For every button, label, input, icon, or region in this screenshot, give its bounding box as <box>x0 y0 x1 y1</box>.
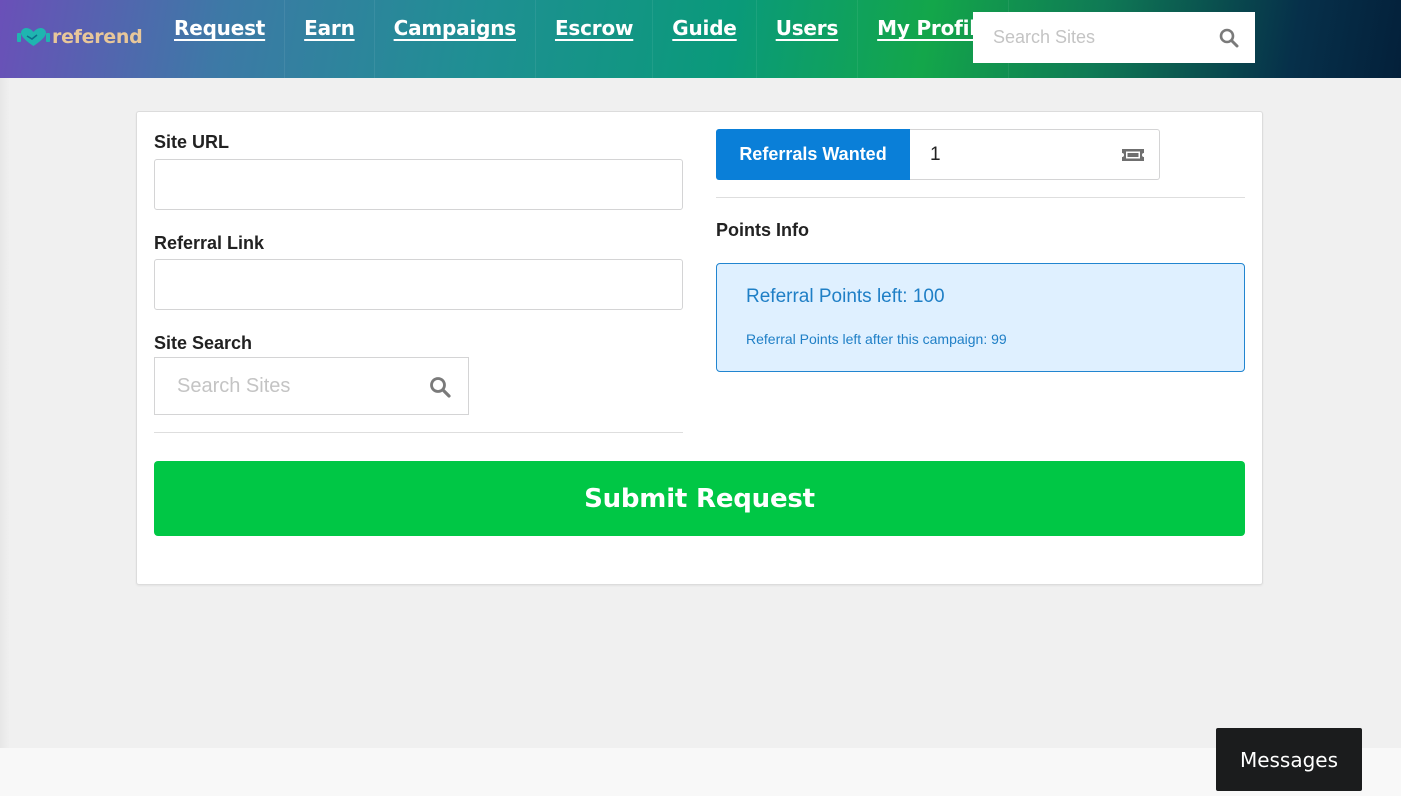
top-navbar: referend Request Earn Campaigns Escrow G… <box>0 0 1401 78</box>
nav-item-escrow[interactable]: Escrow <box>536 0 654 78</box>
request-form-card: Site URL Referral Link Site Search Refer… <box>136 111 1263 585</box>
search-icon[interactable] <box>1219 28 1239 48</box>
nav-item-label[interactable]: Campaigns <box>394 16 517 40</box>
site-search-field <box>154 357 469 415</box>
nav-item-campaigns[interactable]: Campaigns <box>375 0 536 78</box>
ticket-icon <box>1122 149 1144 161</box>
points-after-campaign-text: Referral Points left after this campaign… <box>746 331 1007 347</box>
submit-request-button[interactable]: Submit Request <box>154 461 1245 536</box>
referrals-wanted-field <box>910 129 1160 180</box>
referrals-wanted-group: Referrals Wanted <box>716 129 1160 180</box>
section-divider <box>154 432 683 433</box>
points-info-message: Referral Points left: 100 Referral Point… <box>716 263 1245 372</box>
referrals-wanted-input[interactable] <box>930 143 1110 166</box>
points-info-label: Points Info <box>716 220 809 240</box>
brand-name: referend <box>52 26 143 48</box>
site-url-label: Site URL <box>154 132 230 152</box>
messages-button[interactable]: Messages <box>1216 728 1362 791</box>
site-search-input[interactable] <box>177 374 417 398</box>
nav-item-label[interactable]: Earn <box>304 16 355 40</box>
nav-item-label[interactable]: Guide <box>672 16 737 40</box>
points-left-text: Referral Points left: 100 <box>746 286 945 307</box>
referrals-wanted-label: Referrals Wanted <box>716 129 910 180</box>
referral-link-label: Referral Link <box>154 233 265 253</box>
search-icon[interactable] <box>429 376 451 398</box>
footer <box>0 748 1401 796</box>
site-search-label: Site Search <box>154 333 253 353</box>
main-nav: Request Earn Campaigns Escrow Guide User… <box>155 0 1010 78</box>
nav-item-guide[interactable]: Guide <box>653 0 757 78</box>
section-divider <box>716 197 1245 198</box>
nav-item-label[interactable]: Users <box>776 16 839 40</box>
referral-link-input[interactable] <box>154 259 683 310</box>
handshake-heart-icon <box>17 28 50 46</box>
nav-item-request[interactable]: Request <box>155 0 286 78</box>
brand-logo[interactable]: referend <box>17 24 143 50</box>
nav-item-earn[interactable]: Earn <box>285 0 375 78</box>
page-edge-shadow <box>0 78 10 748</box>
header-search-input[interactable] <box>993 27 1213 48</box>
nav-item-users[interactable]: Users <box>757 0 859 78</box>
site-url-input[interactable] <box>154 159 683 210</box>
header-search <box>973 12 1255 63</box>
nav-item-label[interactable]: Request <box>174 16 265 40</box>
nav-item-label[interactable]: Escrow <box>555 16 634 40</box>
